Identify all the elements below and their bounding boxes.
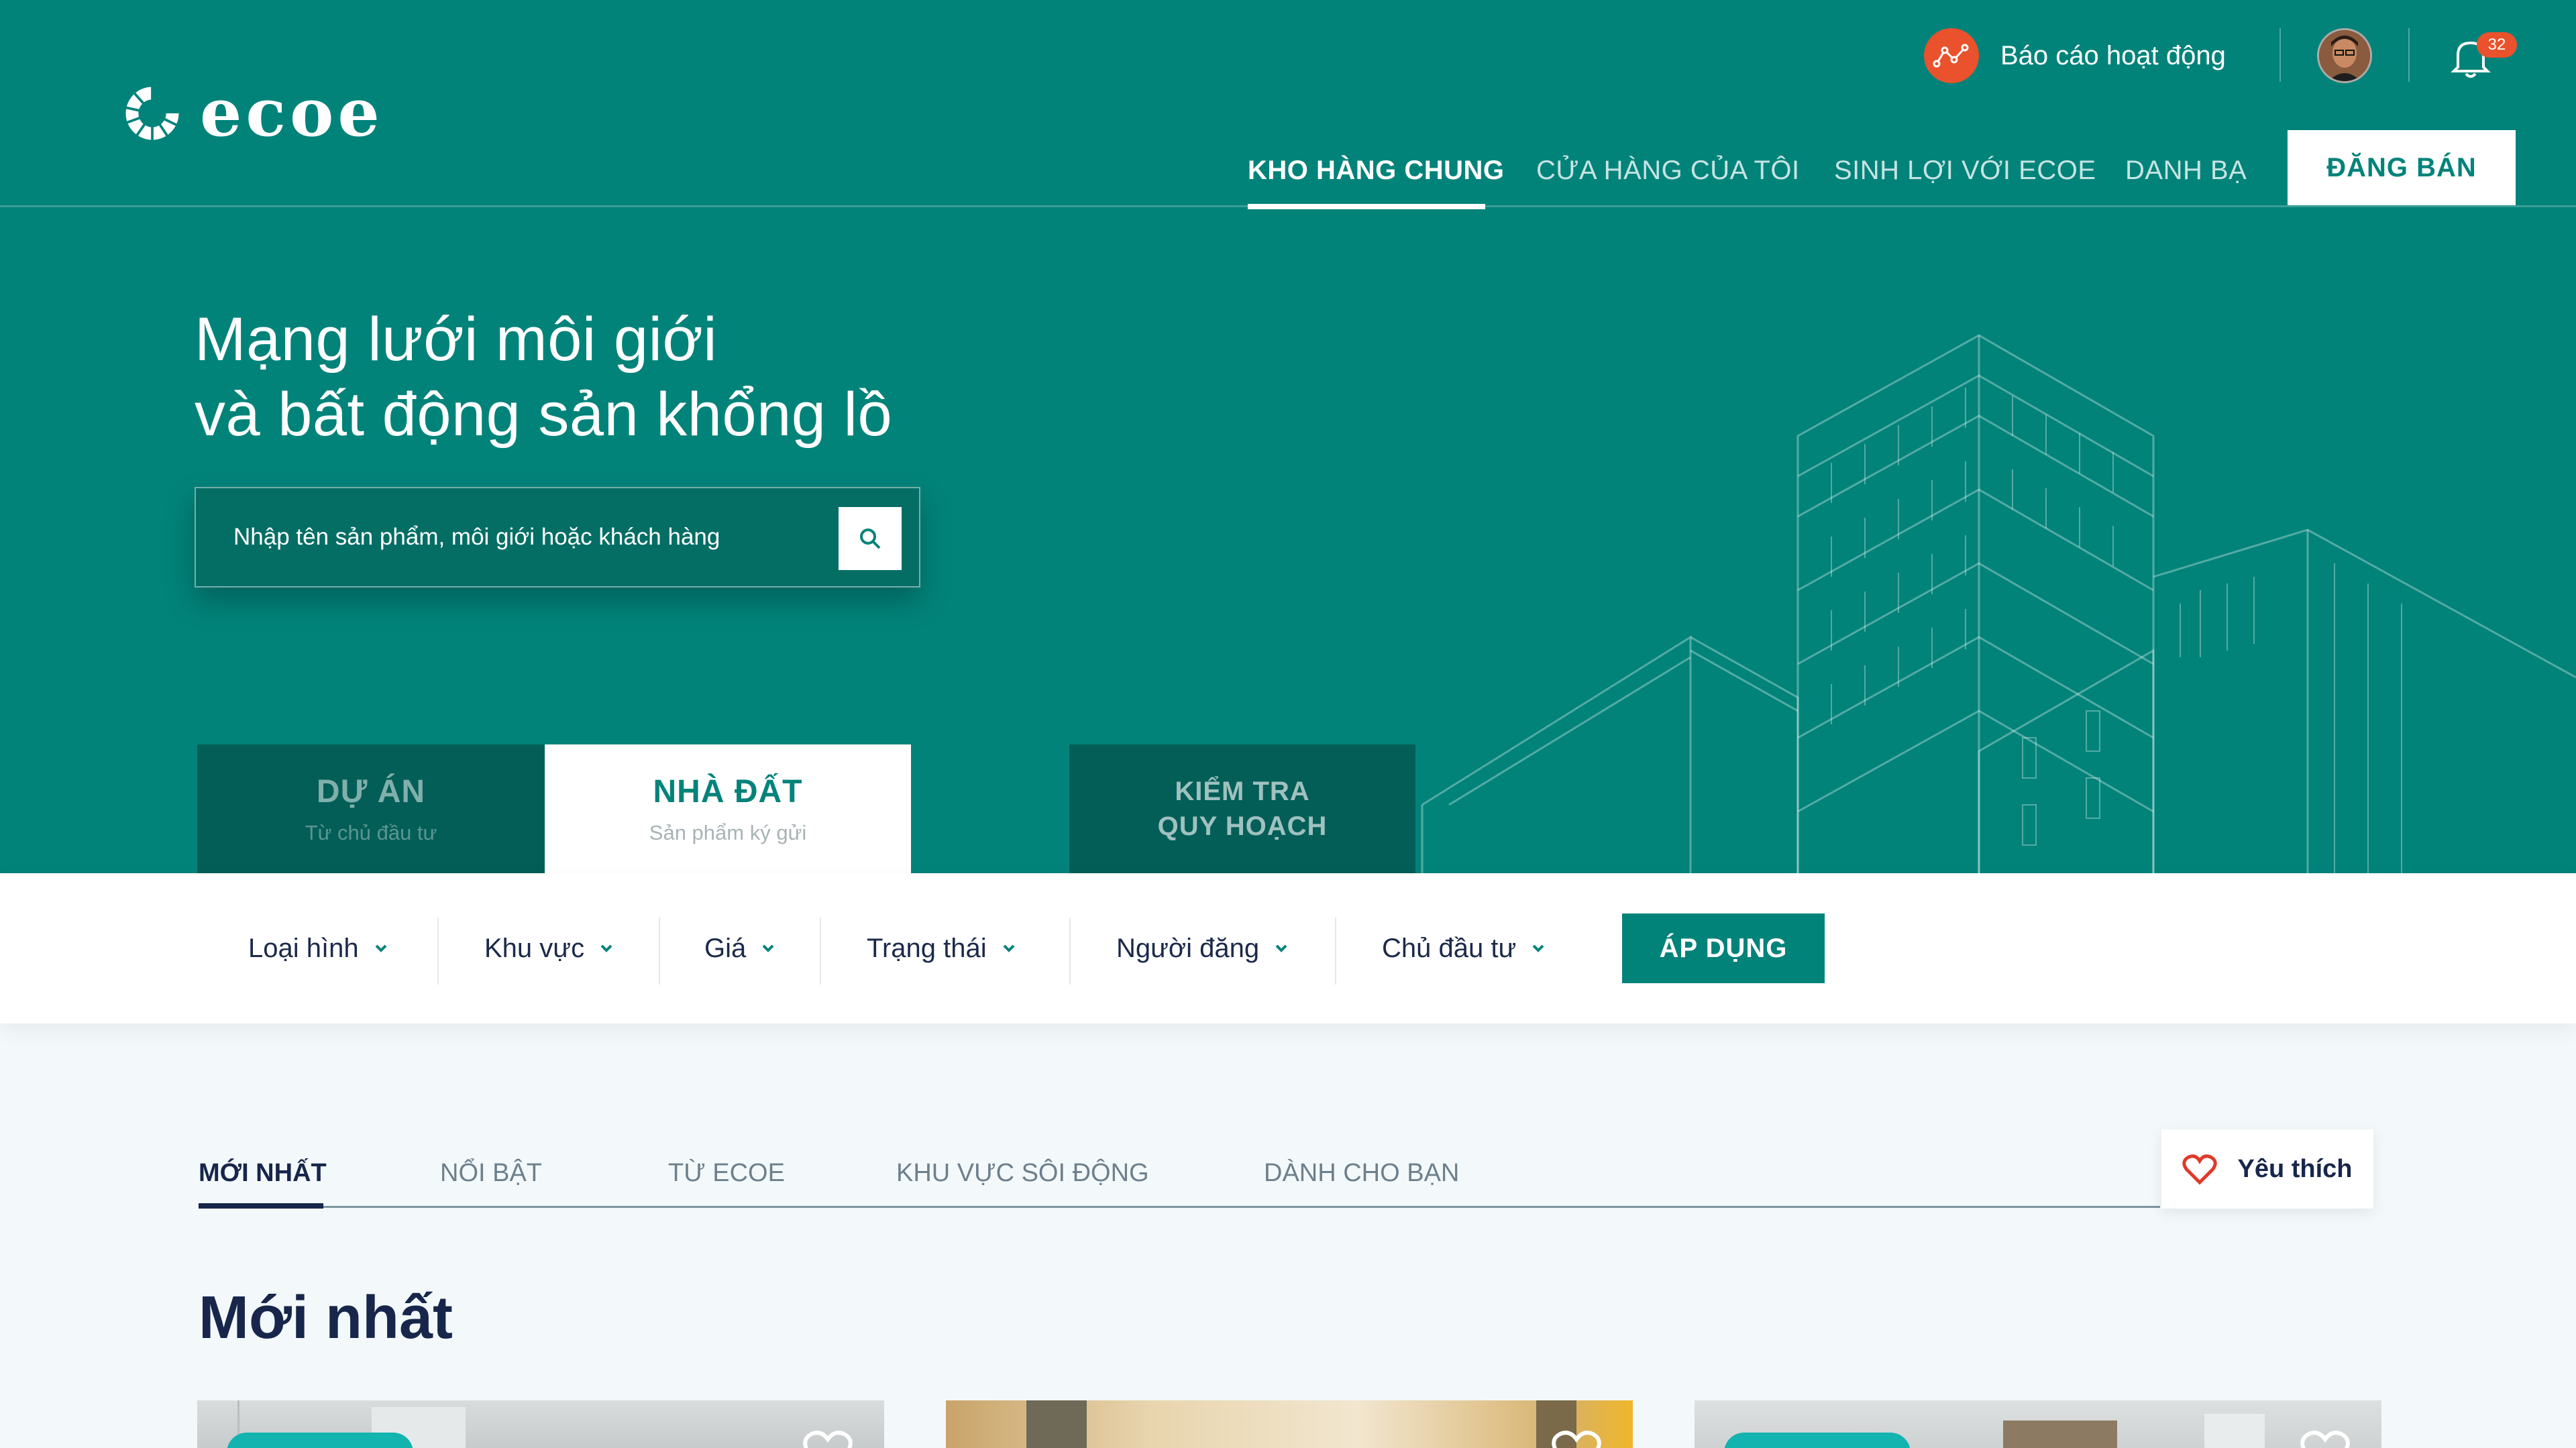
tab-du-an-subtitle: Từ chủ đầu tư xyxy=(305,820,437,844)
listing-card[interactable] xyxy=(946,1400,1633,1448)
chevron-down-icon xyxy=(762,944,774,952)
notification-badge: 32 xyxy=(2477,32,2517,58)
chevron-down-icon xyxy=(1532,944,1544,952)
filter-loai-hinh[interactable]: Loại hình xyxy=(248,873,388,1023)
filter-separator xyxy=(1069,917,1071,985)
post-listing-button[interactable]: ĐĂNG BÁN xyxy=(2288,130,2516,205)
search-icon xyxy=(860,528,881,549)
hero-title: Mạng lưới môi giới và bất động sản khổng… xyxy=(195,302,892,452)
listing-card[interactable] xyxy=(1695,1400,2381,1448)
planning-check-line-1: KIỂM TRA xyxy=(1175,777,1310,806)
nav-item-kho-hang-chung[interactable]: KHO HÀNG CHUNG xyxy=(1248,156,1505,186)
hero-title-line-2: và bất động sản khổng lồ xyxy=(195,380,893,449)
filter-gia[interactable]: Giá xyxy=(704,873,775,1023)
section-title: Mới nhất xyxy=(199,1284,453,1351)
content-tab-active-indicator xyxy=(199,1203,323,1209)
activity-report-label: Báo cáo hoạt động xyxy=(2000,40,2226,70)
filter-label: Chủ đầu tư xyxy=(1382,933,1517,963)
apply-filters-button[interactable]: ÁP DỤNG xyxy=(1622,913,1825,983)
filter-khu-vuc[interactable]: Khu vực xyxy=(484,873,614,1023)
tab-nha-dat[interactable]: NHÀ ĐẤT Sản phẩm ký gửi xyxy=(545,744,911,873)
search-box xyxy=(195,487,920,588)
heart-icon[interactable] xyxy=(1550,1427,1603,1448)
building-illustration xyxy=(1421,334,2576,873)
tab-danh-cho-ban[interactable]: DÀNH CHO BẠN xyxy=(1264,1159,1459,1188)
header-separator xyxy=(2279,28,2281,82)
activity-chart-icon xyxy=(1924,28,1979,83)
filter-chu-dau-tu[interactable]: Chủ đầu tư xyxy=(1382,873,1546,1023)
filter-separator xyxy=(820,917,821,985)
nav-item-danh-ba[interactable]: DANH BẠ xyxy=(2125,156,2247,186)
filter-separator xyxy=(1335,917,1336,985)
logo-wordmark: ecoe xyxy=(200,74,384,152)
tab-nha-dat-subtitle: Sản phẩm ký gửi xyxy=(649,820,807,844)
planning-check-line-2: QUY HOẠCH xyxy=(1157,812,1328,841)
nav-item-sinh-loi-voi-ecoe[interactable]: SINH LỢI VỚI ECOE xyxy=(1834,156,2096,186)
card-image-detail xyxy=(2003,1421,2117,1448)
card-badge xyxy=(1724,1433,1911,1448)
card-image-detail xyxy=(1026,1400,1087,1448)
planning-check-button[interactable]: KIỂM TRA QUY HOẠCH xyxy=(1069,744,1415,873)
chevron-down-icon xyxy=(1003,944,1015,952)
user-avatar[interactable] xyxy=(2317,28,2372,83)
filter-label: Khu vực xyxy=(484,933,585,963)
logo-sunburst-icon xyxy=(123,84,182,144)
logo[interactable]: ecoe xyxy=(121,80,384,146)
header: ecoe Báo cáo hoạt động 32 KHO HÀNG CHUNG… xyxy=(0,0,2576,873)
heart-icon[interactable] xyxy=(2298,1427,2352,1448)
hero-title-line-1: Mạng lưới môi giới xyxy=(195,305,718,374)
filter-label: Người đăng xyxy=(1116,933,1260,963)
search-input[interactable] xyxy=(233,488,810,586)
filter-separator xyxy=(437,917,439,985)
search-button[interactable] xyxy=(839,507,902,570)
tab-moi-nhat[interactable]: MỚI NHẤT xyxy=(199,1159,327,1188)
filter-separator xyxy=(659,917,660,985)
heart-icon xyxy=(2182,1154,2218,1185)
favorites-label: Yêu thích xyxy=(2237,1154,2353,1183)
content-tabs-line xyxy=(199,1206,2160,1208)
filter-label: Trạng thái xyxy=(867,933,987,963)
heart-icon[interactable] xyxy=(801,1427,855,1448)
tab-noi-bat[interactable]: NỔI BẬT xyxy=(440,1159,542,1188)
tab-khu-vuc-soi-dong[interactable]: KHU VỰC SÔI ĐỘNG xyxy=(896,1159,1149,1188)
card-image-detail xyxy=(2204,1414,2265,1448)
filter-nguoi-dang[interactable]: Người đăng xyxy=(1116,873,1289,1023)
listing-card[interactable] xyxy=(197,1400,884,1448)
activity-report-button[interactable]: Báo cáo hoạt động xyxy=(1924,28,2226,83)
nav-item-cua-hang-cua-toi[interactable]: CỬA HÀNG CỦA TÔI xyxy=(1536,156,1800,186)
chevron-down-icon xyxy=(600,944,612,952)
filter-trang-thai[interactable]: Trạng thái xyxy=(867,873,1016,1023)
chevron-down-icon xyxy=(1275,944,1287,952)
tab-nha-dat-title: NHÀ ĐẤT xyxy=(653,773,803,810)
tab-tu-ecoe[interactable]: TỪ ECOE xyxy=(668,1159,785,1188)
card-badge xyxy=(227,1433,413,1448)
chevron-down-icon xyxy=(375,944,387,952)
filter-label: Giá xyxy=(704,933,747,963)
header-separator xyxy=(2408,28,2410,82)
favorites-button[interactable]: Yêu thích xyxy=(2161,1129,2373,1209)
filter-bar: Loại hình Khu vực Giá Trạng thái Người đ… xyxy=(0,873,2576,1023)
nav-active-indicator xyxy=(1248,204,1485,209)
tab-du-an[interactable]: DỰ ÁN Từ chủ đầu tư xyxy=(197,744,545,873)
tab-du-an-title: DỰ ÁN xyxy=(316,773,426,810)
filter-label: Loại hình xyxy=(248,933,359,963)
